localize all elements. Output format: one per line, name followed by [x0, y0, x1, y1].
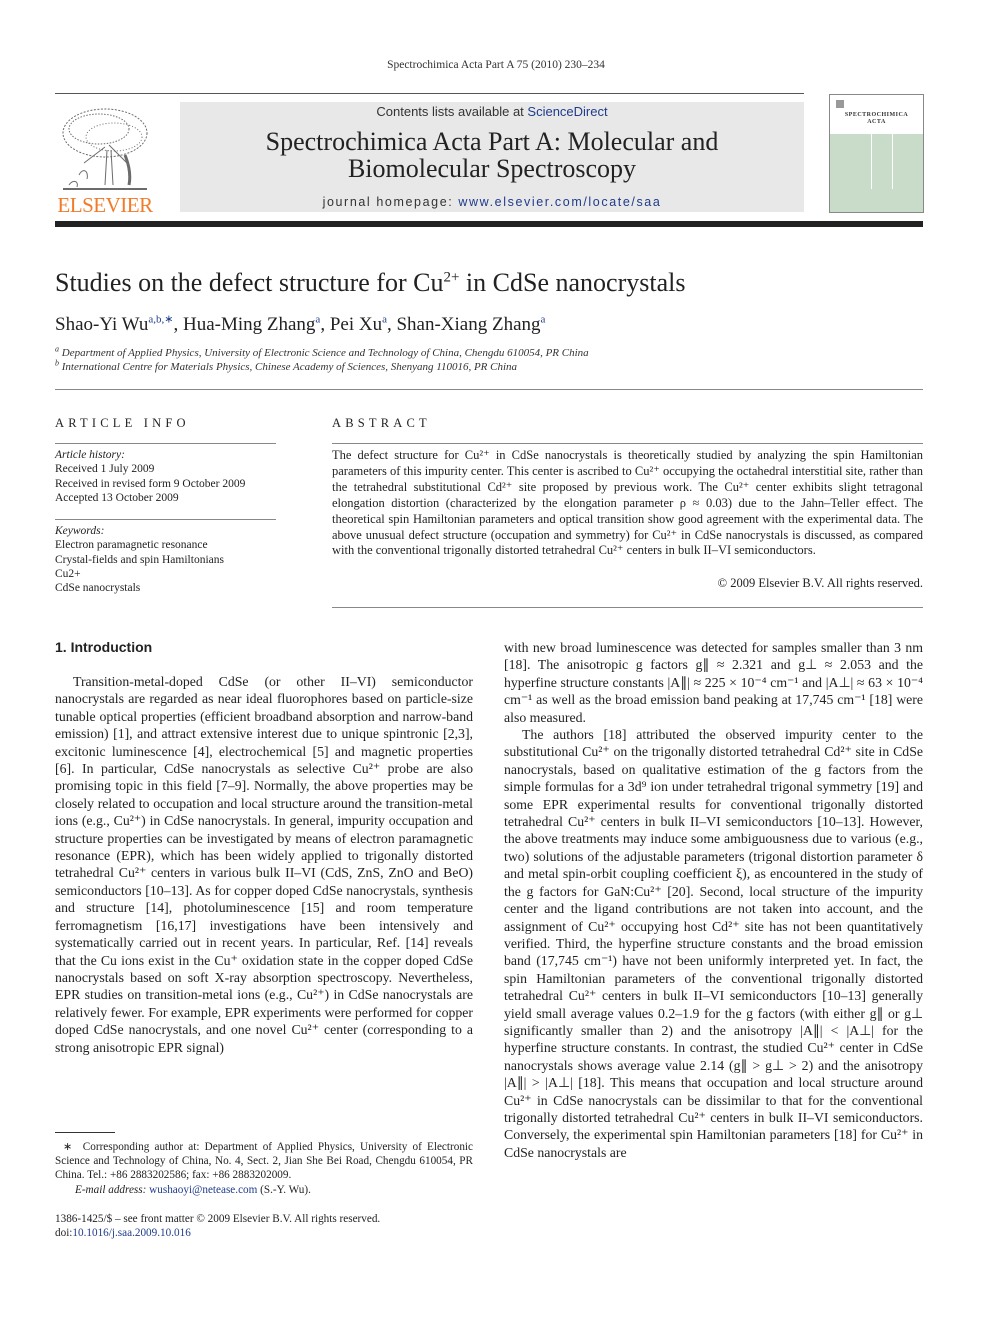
- contents-prefix: Contents lists available at: [376, 104, 528, 119]
- doi-label: doi:: [55, 1227, 73, 1240]
- author-list: Shao-Yi Wua,b,∗, Hua-Ming Zhanga, Pei Xu…: [55, 313, 546, 335]
- footnote-mark: ∗: [63, 1141, 73, 1153]
- author-name: Hua-Ming Zhang: [182, 314, 316, 335]
- journal-cover-thumbnail[interactable]: SPECTROCHIMICA ACTA: [829, 94, 924, 213]
- corresponding-author-footnote: ∗ Corresponding author at: Department of…: [55, 1140, 473, 1197]
- cover-stripe: [871, 134, 872, 189]
- abstract-bottom-rule: [332, 607, 923, 608]
- cover-title-line2: ACTA: [867, 119, 886, 125]
- affiliation-text: Department of Applied Physics, Universit…: [61, 347, 589, 359]
- running-head: Spectrochimica Acta Part A 75 (2010) 230…: [387, 59, 605, 71]
- keyword: Electron paramagnetic resonance: [55, 539, 208, 552]
- front-matter: 1386-1425/$ – see front matter © 2009 El…: [55, 1212, 473, 1240]
- footnote-text: Corresponding author at: Department of A…: [55, 1141, 473, 1182]
- journal-title-line1: Spectrochimica Acta Part A: Molecular an…: [265, 127, 719, 156]
- homepage-link[interactable]: www.elsevier.com/locate/saa: [458, 195, 661, 209]
- affiliation-mark: b: [55, 358, 59, 368]
- masthead-rule: [55, 221, 923, 227]
- section-rule: [55, 389, 923, 390]
- author-name: Shao-Yi Wu: [55, 314, 149, 335]
- history-item: Accepted 13 October 2009: [55, 491, 179, 504]
- cover-title-line1: SPECTROCHIMICA: [844, 112, 909, 118]
- author-name: Pei Xu: [329, 314, 383, 335]
- elsevier-wordmark: ELSEVIER: [57, 193, 153, 217]
- paragraph: The authors [18] attributed the observed…: [504, 727, 923, 1160]
- abstract-rule: [332, 443, 923, 444]
- keyword: Crystal-fields and spin Hamiltonians: [55, 553, 224, 566]
- tree-icon: [62, 108, 148, 190]
- keyword: CdSe nanocrystals: [55, 582, 141, 595]
- doi-link[interactable]: 10.1016/j.saa.2009.10.016: [72, 1227, 190, 1239]
- title-text: Studies on the defect structure for Cu: [55, 268, 444, 297]
- email-suffix: (S.-Y. Wu).: [257, 1183, 311, 1196]
- author[interactable]: Shao-Yi Wua,b,∗: [55, 314, 173, 335]
- article-info-rule: [55, 443, 276, 444]
- affiliation-mark: a: [55, 344, 59, 354]
- history-item: Received 1 July 2009: [55, 463, 155, 476]
- title-superscript: 2+: [443, 269, 460, 286]
- history-item: Received in revised form 9 October 2009: [55, 477, 246, 490]
- author[interactable]: Hua-Ming Zhanga: [183, 314, 320, 335]
- author[interactable]: Pei Xua: [330, 314, 387, 335]
- cover-body: [830, 134, 923, 212]
- affiliation: a Department of Applied Physics, Univers…: [55, 344, 589, 359]
- footnote-rule: [55, 1132, 115, 1133]
- email-label: E-mail address:: [75, 1183, 150, 1196]
- journal-title[interactable]: Spectrochimica Acta Part A: Molecular an…: [180, 128, 804, 182]
- paragraph: Transition-metal-doped CdSe (or other II…: [55, 674, 473, 1055]
- left-column: Transition-metal-doped CdSe (or other II…: [55, 673, 473, 1056]
- elsevier-logo[interactable]: ELSEVIER: [55, 105, 155, 217]
- title-text-end: in CdSe nanocrystals: [459, 268, 686, 297]
- keywords: Keywords: Electron paramagnetic resonanc…: [55, 524, 224, 595]
- article-history: Article history: Received 1 July 2009 Re…: [55, 448, 245, 505]
- issn-line: 1386-1425/$ – see front matter © 2009 El…: [55, 1213, 381, 1225]
- history-label: Article history:: [55, 449, 125, 461]
- email-link[interactable]: wushaoyi@netease.com: [149, 1184, 257, 1196]
- copyright: © 2009 Elsevier B.V. All rights reserved…: [717, 576, 923, 590]
- homepage-prefix: journal homepage:: [322, 195, 459, 209]
- author-marks[interactable]: a: [315, 314, 320, 326]
- journal-banner: Contents lists available at ScienceDirec…: [180, 102, 804, 212]
- abstract-text: The defect structure for Cu²⁺ in CdSe na…: [332, 448, 923, 558]
- author-marks[interactable]: a,b,∗: [148, 314, 173, 326]
- journal-title-line2: Biomolecular Spectroscopy: [347, 154, 637, 183]
- header-rule: [55, 93, 804, 94]
- author-name: Shan-Xiang Zhang: [396, 314, 541, 335]
- abstract-heading: ABSTRACT: [332, 416, 431, 430]
- affiliation-text: International Centre for Materials Physi…: [61, 361, 518, 373]
- paragraph: with new broad luminescence was detected…: [504, 640, 923, 725]
- keywords-label: Keywords:: [55, 525, 105, 537]
- contents-line: Contents lists available at ScienceDirec…: [180, 104, 804, 119]
- article-info-heading: ARTICLE INFO: [55, 416, 190, 430]
- cover-stripe: [892, 134, 893, 189]
- keywords-rule: [55, 519, 276, 520]
- sciencedirect-link[interactable]: ScienceDirect: [527, 104, 607, 119]
- author-marks[interactable]: a: [382, 314, 387, 326]
- section-heading-introduction: 1. Introduction: [55, 639, 153, 655]
- author[interactable]: Shan-Xiang Zhanga: [396, 314, 545, 335]
- homepage-line: journal homepage: www.elsevier.com/locat…: [180, 195, 804, 209]
- cover-title: SPECTROCHIMICA ACTA: [830, 112, 923, 126]
- right-column: with new broad luminescence was detected…: [504, 639, 923, 1161]
- article-title: Studies on the defect structure for Cu2+…: [55, 268, 685, 298]
- cover-emblem-icon: [836, 100, 844, 108]
- author-marks[interactable]: a: [541, 314, 546, 326]
- keyword: Cu2+: [55, 567, 81, 580]
- affiliation: b International Centre for Materials Phy…: [55, 358, 518, 373]
